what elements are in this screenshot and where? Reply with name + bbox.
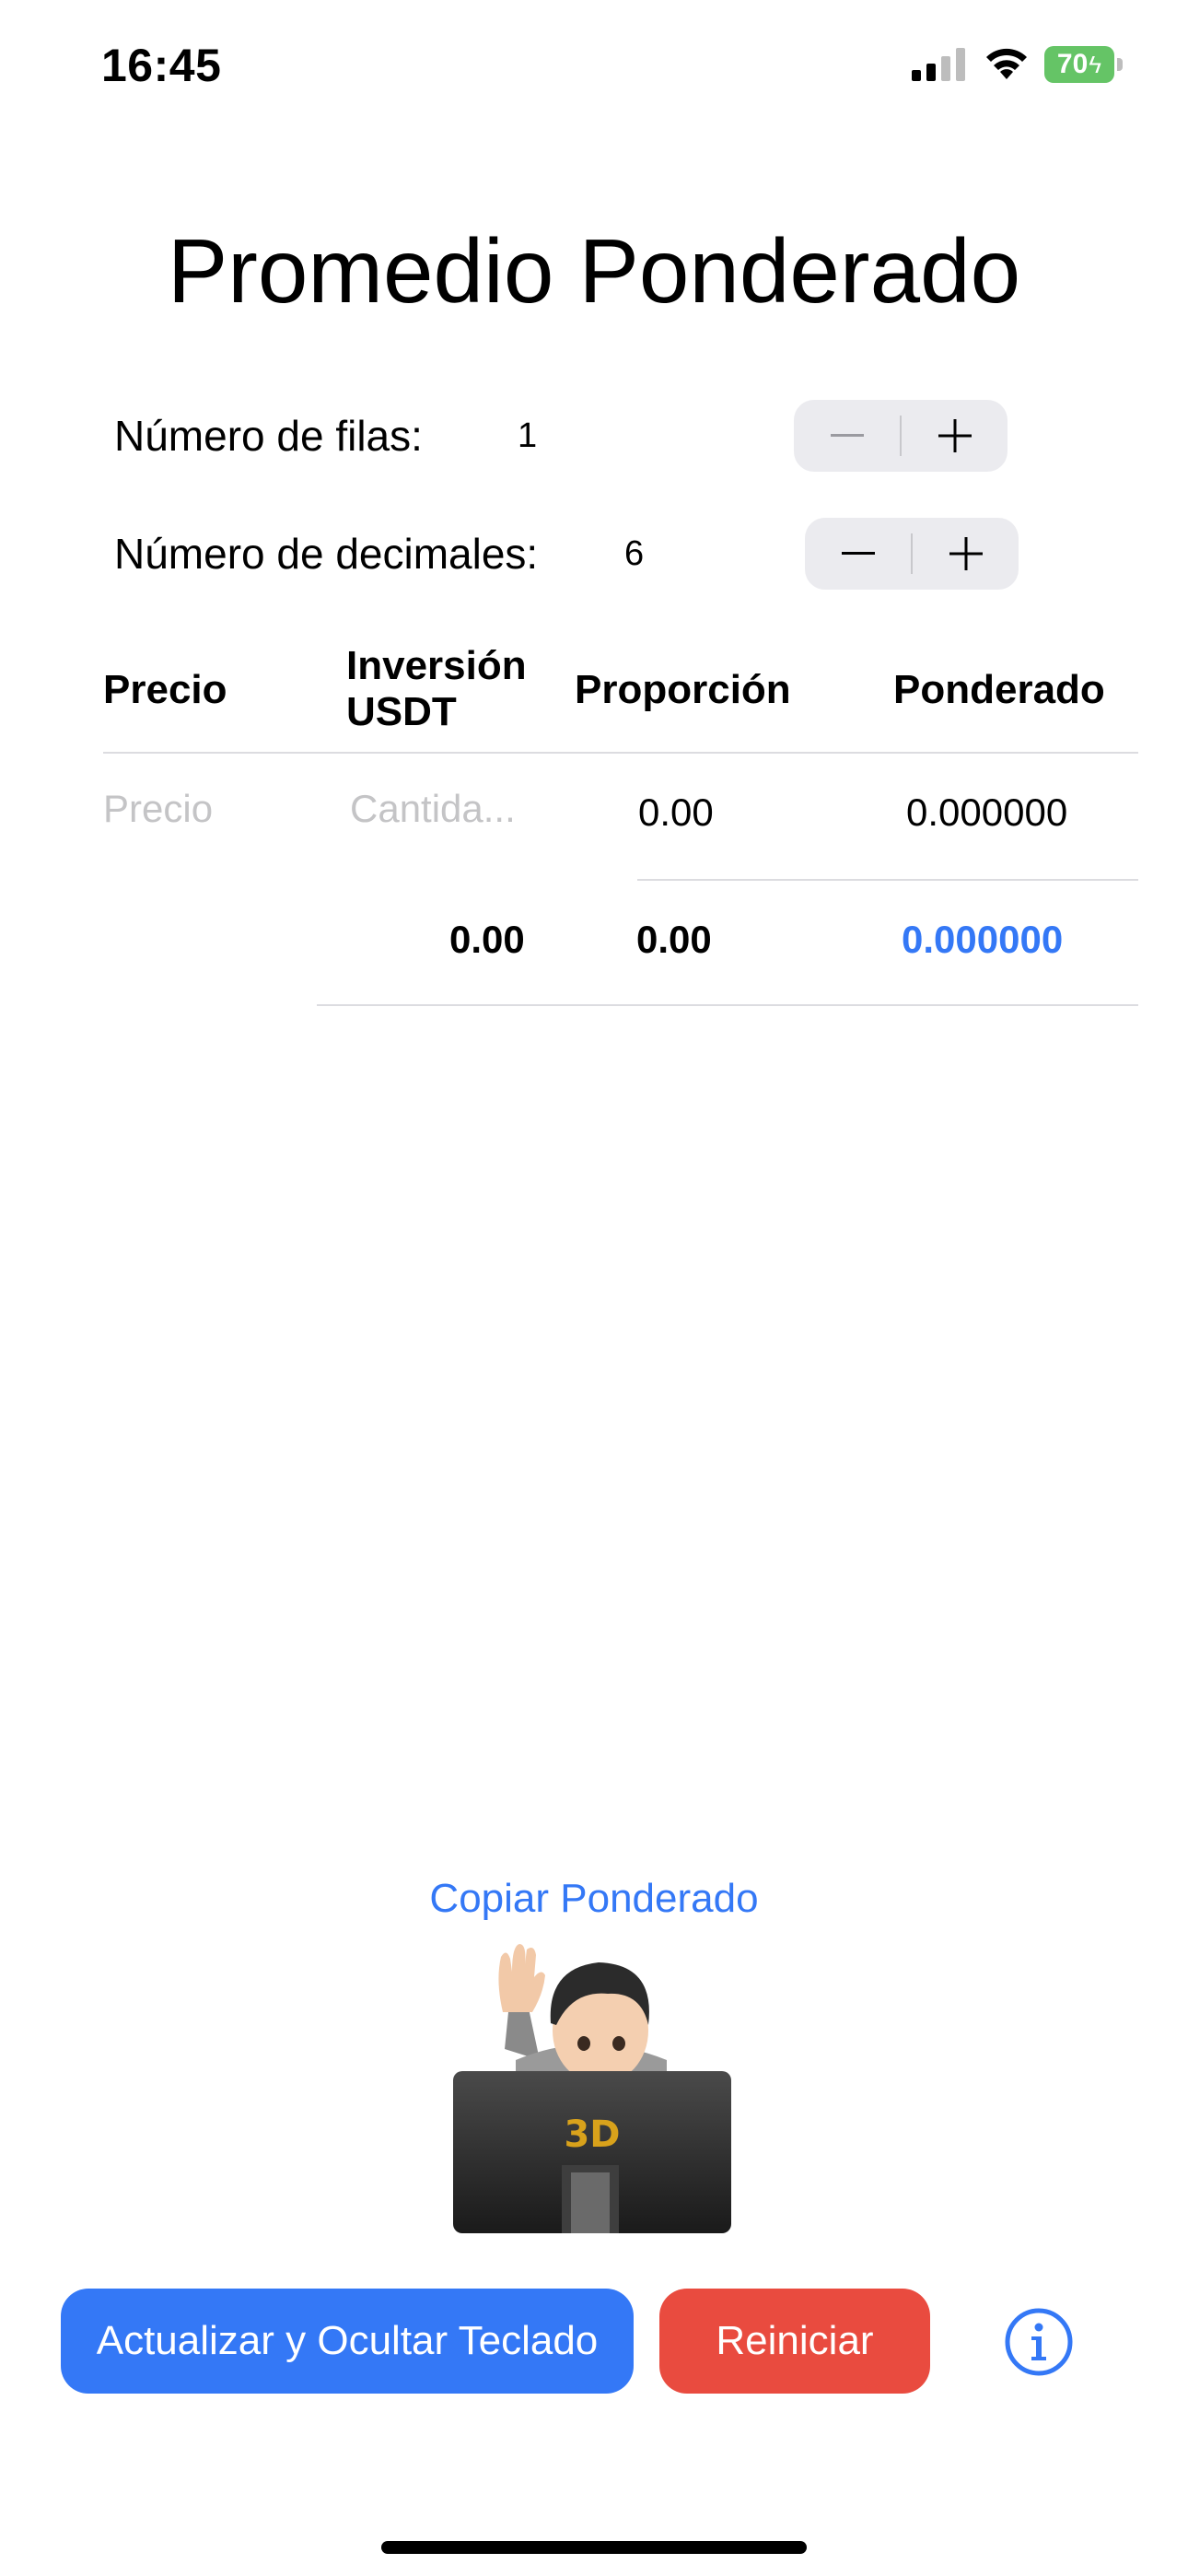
update-hide-keyboard-button[interactable]: Actualizar y Ocultar Teclado: [61, 2289, 634, 2394]
rows-increment-button[interactable]: [902, 400, 1007, 472]
charging-bolt-icon: ϟ: [1089, 50, 1102, 78]
status-time: 16:45: [101, 40, 222, 91]
plus-icon: [949, 537, 983, 570]
minus-icon: [841, 552, 875, 555]
minus-icon: [830, 434, 864, 437]
price-input-placeholder: Precio: [103, 787, 214, 830]
decimals-decrement-button[interactable]: [805, 518, 911, 590]
info-button[interactable]: [1004, 2307, 1074, 2377]
row-proportion: 0.00: [638, 790, 714, 834]
header-investment: Inversión USDT: [346, 643, 527, 735]
header-divider: [103, 752, 1138, 754]
battery-level: 70: [1056, 49, 1089, 79]
rows-decrement-button[interactable]: [794, 400, 900, 472]
battery-icon: 70 ϟ: [1044, 46, 1124, 83]
row-weighted: 0.000000: [906, 790, 1068, 834]
row-divider: [637, 879, 1138, 881]
amount-input[interactable]: Cantida...: [350, 787, 553, 842]
decimals-stepper[interactable]: [805, 518, 1019, 590]
total-weighted[interactable]: 0.000000: [902, 918, 1063, 962]
mascot-avatar-image: 3D: [453, 1944, 731, 2233]
info-circle-icon: [1005, 2308, 1073, 2376]
header-investment-line2: USDT: [346, 689, 457, 734]
cellular-signal-icon: [912, 48, 965, 81]
plus-icon: [938, 419, 972, 452]
header-investment-line1: Inversión: [346, 643, 527, 688]
rows-label: Número de filas:: [114, 412, 423, 460]
header-weighted: Ponderado: [893, 667, 1105, 712]
page-title: Promedio Ponderado: [167, 220, 1021, 322]
decimals-value: 6: [624, 534, 645, 573]
total-investment: 0.00: [449, 918, 525, 961]
reset-button[interactable]: Reiniciar: [659, 2289, 930, 2394]
amount-input-placeholder: Cantida...: [350, 787, 516, 830]
home-indicator[interactable]: [381, 2541, 807, 2554]
totals-divider: [317, 1004, 1138, 1006]
price-input[interactable]: Precio: [103, 787, 306, 842]
wifi-icon: [986, 48, 1027, 79]
decimals-label: Número de decimales:: [114, 530, 539, 578]
total-proportion: 0.00: [636, 918, 712, 961]
decimals-increment-button[interactable]: [913, 518, 1019, 590]
rows-value: 1: [518, 416, 538, 455]
mascot-monitor-text: 3D: [564, 2113, 620, 2156]
copy-weighted-link[interactable]: Copiar Ponderado: [0, 1876, 1188, 1922]
rows-stepper[interactable]: [794, 400, 1007, 472]
header-proportion: Proporción: [575, 667, 791, 712]
header-price: Precio: [103, 667, 227, 712]
